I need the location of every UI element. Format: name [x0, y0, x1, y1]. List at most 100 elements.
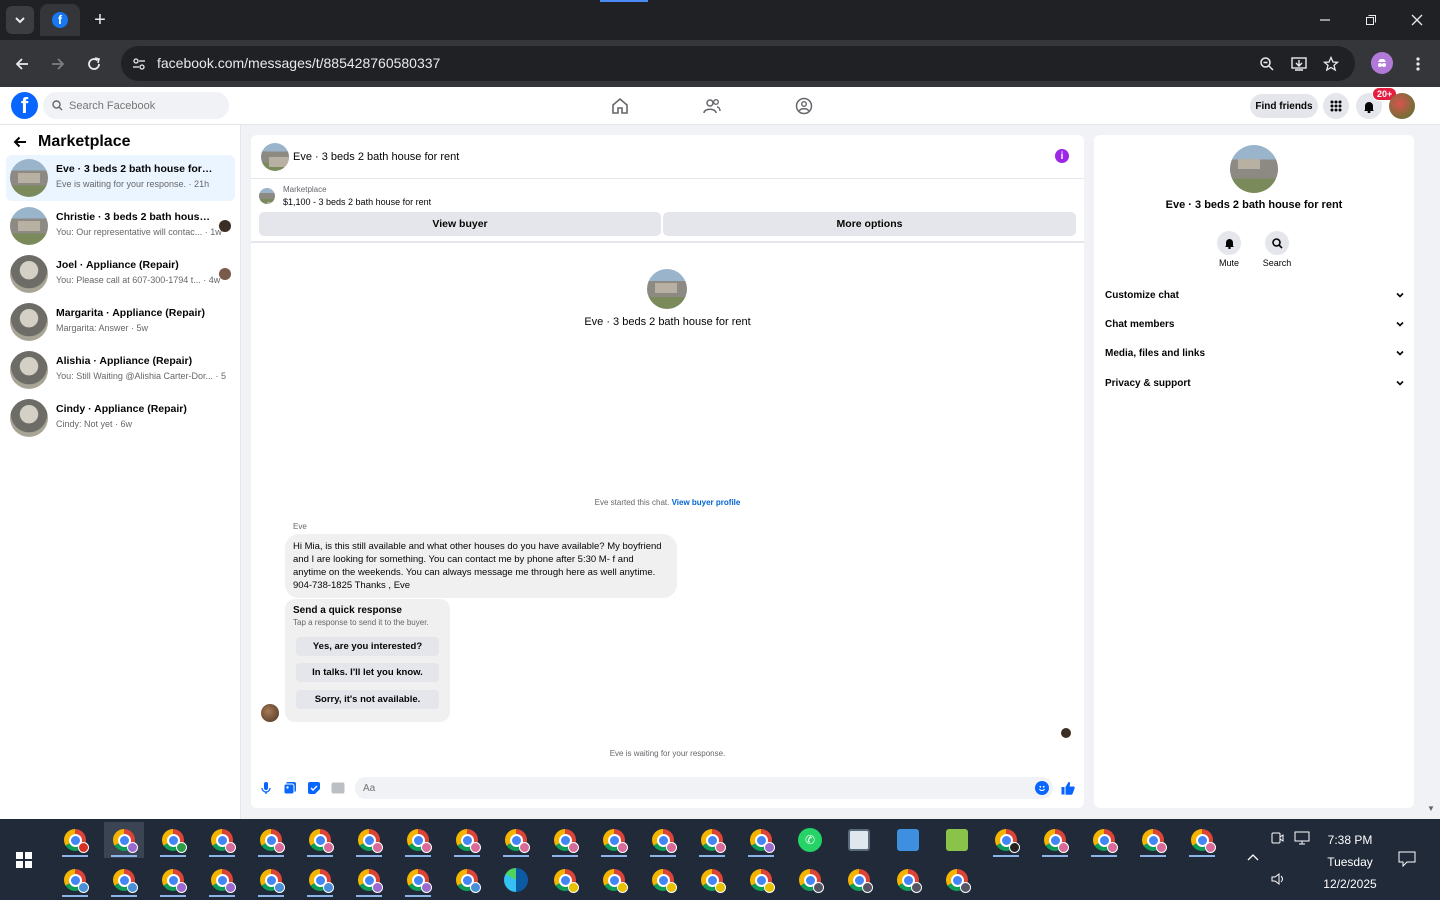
view-buyer-profile-link[interactable]: View buyer profile: [672, 498, 741, 507]
taskbar-notepad-icon[interactable]: [937, 822, 977, 858]
account-avatar[interactable]: [1389, 93, 1415, 119]
restore-button[interactable]: [1356, 6, 1386, 34]
network-icon[interactable]: [1294, 831, 1310, 848]
privacy-support-section[interactable]: Privacy & support: [1105, 374, 1405, 392]
taskbar-chrome-icon[interactable]: [545, 822, 585, 858]
quick-reply-button[interactable]: Sorry, it's not available.: [296, 690, 439, 709]
emoji-button[interactable]: [1035, 781, 1049, 795]
url-text[interactable]: facebook.com/messages/t/885428760580337: [157, 55, 440, 71]
meet-now-icon[interactable]: [1270, 831, 1284, 848]
taskbar-chrome-icon[interactable]: [937, 862, 977, 898]
friends-nav[interactable]: [701, 95, 723, 117]
taskbar-chrome-icon[interactable]: [1084, 822, 1124, 858]
chat-members-section[interactable]: Chat members: [1105, 315, 1405, 333]
taskbar-chrome-icon[interactable]: [839, 862, 879, 898]
taskbar-chrome-icon[interactable]: [986, 822, 1026, 858]
facebook-search[interactable]: [43, 92, 229, 119]
taskbar-chrome-icon[interactable]: [888, 862, 928, 898]
quick-reply-button[interactable]: In talks. I'll let you know.: [296, 663, 439, 682]
taskbar-chrome-icon[interactable]: [349, 862, 389, 898]
gif-button[interactable]: [331, 781, 345, 795]
taskbar-chrome-icon[interactable]: [643, 822, 683, 858]
minimize-button[interactable]: [1310, 6, 1340, 34]
back-button[interactable]: [8, 50, 36, 78]
volume-icon[interactable]: [1270, 872, 1286, 889]
taskbar-chrome-icon[interactable]: [349, 822, 389, 858]
taskbar-chrome-icon[interactable]: [153, 822, 193, 858]
search-action[interactable]: Search: [1257, 231, 1297, 268]
taskbar-app-icon[interactable]: [839, 822, 879, 858]
taskbar-chrome-icon[interactable]: [447, 822, 487, 858]
back-arrow-icon[interactable]: [12, 134, 28, 150]
taskbar-chrome-icon[interactable]: [594, 822, 634, 858]
taskbar-chrome-icon[interactable]: [104, 862, 144, 898]
view-buyer-button[interactable]: View buyer: [259, 212, 661, 236]
menu-button[interactable]: [1323, 93, 1349, 119]
sticker-button[interactable]: [307, 781, 321, 795]
taskbar-chrome-icon[interactable]: [692, 862, 732, 898]
conversation-item[interactable]: Joel · Appliance (Repair) You: Please ca…: [6, 251, 235, 297]
home-nav[interactable]: [609, 95, 631, 117]
taskbar-chrome-icon[interactable]: [55, 822, 95, 858]
conversation-item[interactable]: Eve · 3 beds 2 bath house for rent Eve i…: [6, 155, 235, 201]
listing-title[interactable]: $1,100 - 3 beds 2 bath house for rent: [283, 197, 431, 207]
taskbar-chrome-icon[interactable]: [300, 862, 340, 898]
zoom-icon[interactable]: [1257, 54, 1277, 74]
mute-action[interactable]: Mute: [1209, 231, 1249, 268]
conversation-item[interactable]: Christie · 3 beds 2 bath house fo... You…: [6, 203, 235, 249]
chat-title[interactable]: Eve · 3 beds 2 bath house for rent: [293, 151, 459, 163]
taskbar-chrome-icon[interactable]: [55, 862, 95, 898]
scroll-down-arrow-icon[interactable]: ▼: [1427, 804, 1435, 813]
taskbar-keyboard-icon[interactable]: [888, 822, 928, 858]
taskbar-whatsapp-icon[interactable]: ✆: [790, 822, 830, 858]
browser-menu-button[interactable]: [1404, 50, 1432, 78]
reload-button[interactable]: [80, 50, 108, 78]
taskbar-chrome-icon[interactable]: [643, 862, 683, 898]
taskbar-edge-icon[interactable]: [496, 862, 536, 898]
customize-chat-section[interactable]: Customize chat: [1105, 286, 1405, 304]
taskbar-chrome-icon[interactable]: [1133, 822, 1173, 858]
like-button[interactable]: [1060, 780, 1076, 796]
chat-avatar[interactable]: [261, 143, 289, 171]
taskbar-chrome-icon[interactable]: [202, 862, 242, 898]
taskbar-chrome-icon[interactable]: [251, 862, 291, 898]
taskbar-chrome-icon[interactable]: [790, 862, 830, 898]
taskbar-chrome-icon[interactable]: [545, 862, 585, 898]
groups-nav[interactable]: [793, 95, 815, 117]
taskbar-chrome-icon[interactable]: [202, 822, 242, 858]
taskbar-chrome-icon[interactable]: [1035, 822, 1075, 858]
taskbar-chrome-icon[interactable]: [104, 822, 144, 858]
conversation-item[interactable]: Margarita · Appliance (Repair) Margarita…: [6, 299, 235, 345]
taskbar-chrome-icon[interactable]: [741, 862, 781, 898]
taskbar-chrome-icon[interactable]: [398, 822, 438, 858]
taskbar-chrome-icon[interactable]: [398, 862, 438, 898]
taskbar-chrome-icon[interactable]: [300, 822, 340, 858]
tab-search-button[interactable]: [6, 6, 34, 34]
conversation-item[interactable]: Alishia · Appliance (Repair) You: Still …: [6, 347, 235, 393]
system-clock[interactable]: 7:38 PM Tuesday 12/2/2025: [1318, 829, 1382, 895]
message-input[interactable]: [355, 777, 1053, 799]
site-settings-icon[interactable]: [129, 54, 149, 74]
install-app-icon[interactable]: [1289, 54, 1309, 74]
bookmark-star-icon[interactable]: [1321, 54, 1341, 74]
notification-center-icon[interactable]: [1398, 851, 1416, 870]
windows-start-icon[interactable]: [16, 852, 32, 868]
media-files-links-section[interactable]: Media, files and links: [1105, 344, 1405, 362]
taskbar-chrome-icon[interactable]: [447, 862, 487, 898]
more-options-button[interactable]: More options: [663, 212, 1076, 236]
taskbar-chrome-icon[interactable]: [251, 822, 291, 858]
facebook-logo-icon[interactable]: f: [11, 92, 38, 119]
taskbar-chrome-icon[interactable]: [741, 822, 781, 858]
address-bar[interactable]: facebook.com/messages/t/885428760580337: [121, 46, 1355, 81]
taskbar-chrome-icon[interactable]: [1182, 822, 1222, 858]
attach-media-button[interactable]: [283, 781, 297, 795]
new-tab-button[interactable]: +: [88, 8, 112, 32]
close-window-button[interactable]: [1402, 6, 1432, 34]
taskbar-chrome-icon[interactable]: [153, 862, 193, 898]
quick-reply-button[interactable]: Yes, are you interested?: [296, 637, 439, 656]
show-hidden-icons-chevron-icon[interactable]: [1246, 851, 1260, 865]
info-icon[interactable]: i: [1055, 149, 1069, 163]
conversation-item[interactable]: Cindy · Appliance (Repair) Cindy: Not ye…: [6, 395, 235, 441]
taskbar-chrome-icon[interactable]: [692, 822, 732, 858]
search-in-chat-button[interactable]: [1265, 231, 1289, 255]
